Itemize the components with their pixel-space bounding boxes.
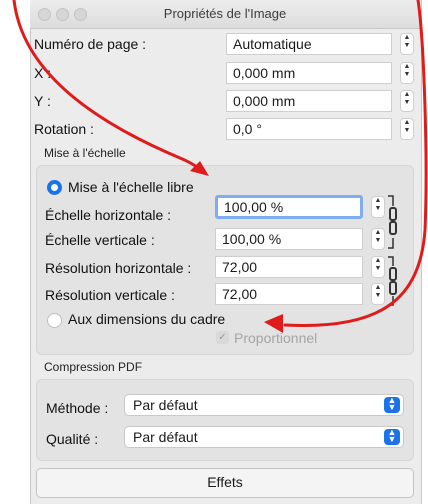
annotation-arrows xyxy=(12,0,428,333)
